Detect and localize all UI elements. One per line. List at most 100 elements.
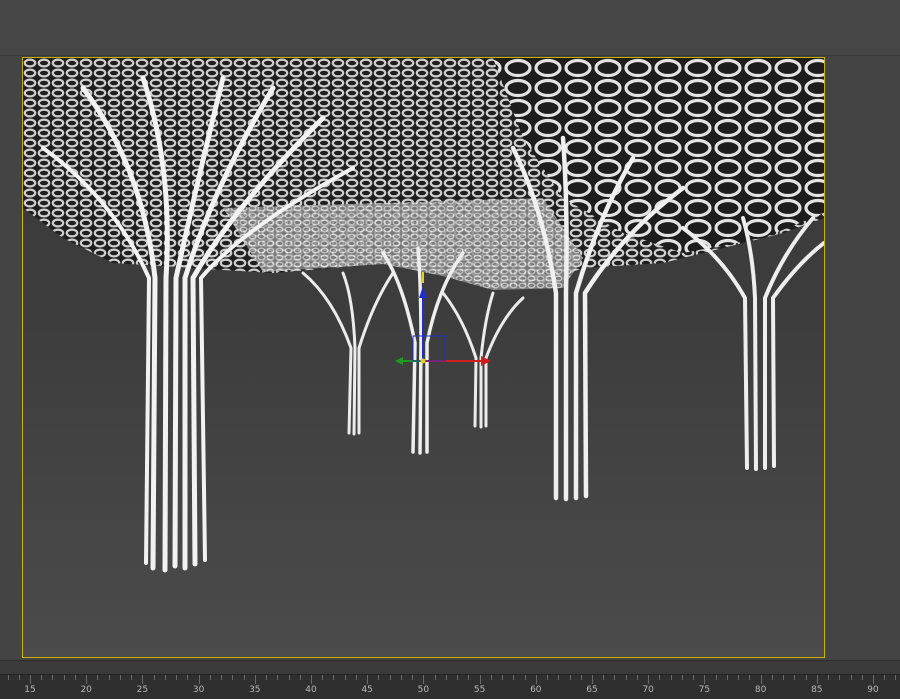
ruler-tick [86,675,88,684]
ruler-tick [367,675,369,684]
ruler-label: 85 [811,685,823,695]
ruler-tick [895,675,897,680]
ruler-tick [74,675,76,680]
ruler-tick [243,675,245,680]
ruler-tick [704,675,706,684]
ruler-tick [108,675,110,680]
ruler-tick [535,675,537,684]
ruler-tick [187,675,189,680]
ruler-label: 60 [530,685,542,695]
ruler-tick [816,675,818,684]
ruler-tick [344,675,346,680]
ruler-tick [18,675,20,680]
ruler-tick [119,675,121,680]
ruler-tick [221,675,223,680]
ruler-tick [547,675,549,680]
ruler-tick [749,675,751,680]
ruler-tick [468,675,470,680]
ruler-tick [7,675,9,680]
ruler-tick [760,675,762,684]
ruler-tick [603,675,605,680]
ruler-label: 45 [361,685,373,695]
ruler-tick [839,675,841,680]
ruler-tick [715,675,717,680]
ruler-tick [97,675,99,680]
ruler-tick [873,675,874,684]
ruler-label: 15 [24,685,36,695]
scene-canvas[interactable] [23,58,824,657]
ruler-tick [636,675,638,680]
ruler-tick [254,675,256,684]
ruler-tick [502,675,504,680]
track-bar-ruler[interactable]: 15 20 25 30 35 40 45 50 55 60 65 70 75 80 85 90 [0,674,900,699]
timeline-slider-track[interactable] [0,660,900,675]
ruler-label: 30 [192,685,205,695]
ruler-label: 70 [642,685,654,695]
ruler-tick [861,675,863,680]
ruler-tick [513,675,515,680]
ruler-tick [569,675,571,680]
ruler-tick [41,675,43,680]
ruler-tick [423,675,425,684]
ruler-tick [884,675,886,680]
ruler-tick [378,675,380,680]
ruler-tick [726,675,728,680]
gizmo-y-arrow[interactable] [395,357,403,365]
right-panel [826,57,900,658]
ruler-tick [131,675,133,680]
ruler-tick [52,675,54,680]
ruler-tick [389,675,391,680]
ruler-tick [30,675,31,684]
ruler-tick [592,675,593,684]
tree-column-6 [681,216,824,471]
ruler-label: 80 [754,685,767,695]
ruler-tick [176,675,178,680]
ruler-tick [828,675,830,680]
ruler-label: 40 [305,685,317,695]
ruler-tick [142,675,144,684]
tree-column-2 [301,271,395,436]
ruler-tick [805,675,807,680]
ruler-tick [277,675,279,680]
ruler-tick [434,675,436,680]
ruler-tick [412,675,414,680]
ruler-tick [670,675,672,680]
ruler-label: 90 [867,685,879,695]
ruler-tick [479,675,481,684]
ruler-tick [288,675,290,680]
ruler-tick [299,675,301,680]
ruler-tick [738,675,740,680]
ruler-tick [625,675,627,680]
ruler-label: 55 [473,685,486,695]
ruler-tick [659,675,661,680]
ruler-label: 20 [80,685,92,695]
ruler-tick [771,675,773,680]
ruler-label: 50 [417,685,430,695]
ruler-tick [209,675,211,680]
ruler-tick [558,675,560,680]
ruler-tick [580,675,582,680]
gizmo-center[interactable] [420,358,426,364]
ruler-tick [63,675,65,680]
ruler-label: 75 [698,685,711,695]
ruler-tick [457,675,459,680]
ruler-tick [445,675,447,680]
ruler-tick [322,675,324,680]
3d-viewport[interactable] [22,57,825,658]
ruler-tick [164,675,166,680]
ruler-tick [783,675,785,680]
ruler-tick [614,675,616,680]
ruler-tick [232,675,234,680]
ruler-tick [850,675,852,680]
ruler-tick [266,675,268,680]
ruler-tick [355,675,357,680]
ruler-tick [400,675,402,680]
ruler-tick [311,675,312,684]
ruler-tick [524,675,526,680]
ruler-tick [333,675,335,680]
ruler-label: 35 [249,685,261,695]
ruler-tick [681,675,683,680]
ruler-tick [198,675,200,684]
ruler-tick [490,675,492,680]
ruler-tick [693,675,695,680]
